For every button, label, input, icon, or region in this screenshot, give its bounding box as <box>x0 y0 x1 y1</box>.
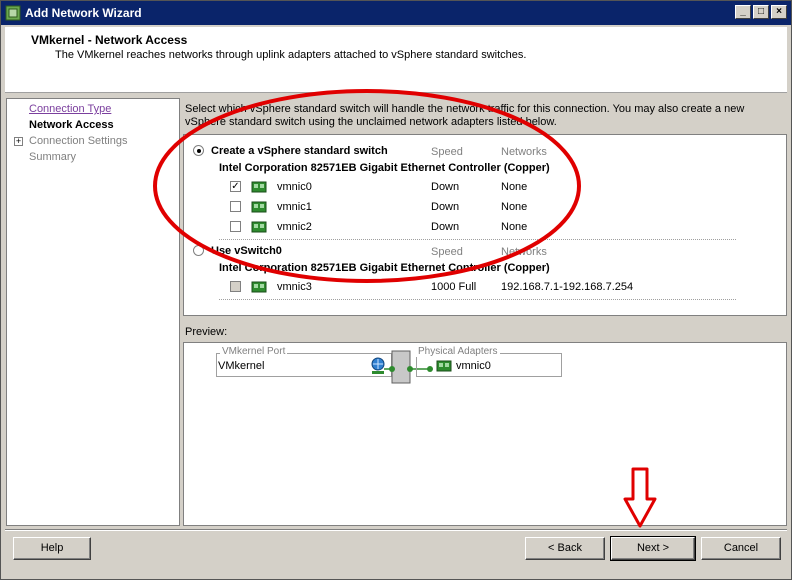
wizard-steps-nav: Connection Type Network Access + Connect… <box>6 98 180 526</box>
nic-name: vmnic2 <box>277 221 312 233</box>
vmnic3-checkbox <box>230 281 241 292</box>
back-button[interactable]: < Back <box>525 537 605 560</box>
title-bar[interactable]: Add Network Wizard _ □ × <box>1 1 791 25</box>
network-adapter-icon <box>436 360 452 372</box>
nic-networks: None <box>501 181 528 193</box>
nic-name: vmnic1 <box>277 201 312 213</box>
create-switch-label[interactable]: Create a vSphere standard switch <box>211 145 388 157</box>
networks-column-header: Networks <box>501 246 547 258</box>
instruction-text: Select which vSphere standard switch wil… <box>185 103 745 128</box>
network-adapter-icon <box>251 221 267 233</box>
wizard-header: VMkernel - Network Access The VMkernel r… <box>5 27 787 93</box>
page-title: VMkernel - Network Access <box>31 33 188 47</box>
nav-step-connection-settings: Connection Settings <box>29 135 128 147</box>
row-separator <box>219 239 736 240</box>
nic-name: vmnic3 <box>277 281 312 293</box>
vsphere-app-icon <box>5 5 21 21</box>
nic-name: vmnic0 <box>277 181 312 193</box>
window-title: Add Network Wizard <box>25 6 142 20</box>
networks-column-header: Networks <box>501 146 547 158</box>
row-separator <box>219 299 736 300</box>
port-group-name: VMkernel <box>218 360 265 372</box>
cancel-button[interactable]: Cancel <box>701 537 781 560</box>
page-description: The VMkernel reaches networks through up… <box>55 49 527 61</box>
vmnic2-checkbox[interactable] <box>230 221 241 232</box>
create-switch-radio[interactable] <box>193 145 204 156</box>
nic-speed: Down <box>431 201 460 213</box>
adapter-group-label: Intel Corporation 82571EB Gigabit Ethern… <box>219 262 550 274</box>
use-vswitch0-radio[interactable] <box>193 245 204 256</box>
speed-column-header: Speed <box>431 246 463 258</box>
physical-adapters-legend: Physical Adapters <box>416 346 500 357</box>
nic-speed: Down <box>431 221 460 233</box>
use-vswitch0-label[interactable]: Use vSwitch0 <box>211 245 282 257</box>
network-adapter-icon <box>251 181 267 193</box>
vmnic1-checkbox[interactable] <box>230 201 241 212</box>
expand-icon[interactable]: + <box>14 137 23 146</box>
maximize-button[interactable]: □ <box>753 5 769 19</box>
nic-networks: 192.168.7.1-192.168.7.254 <box>501 281 634 293</box>
port-group-legend: VMkernel Port <box>220 346 288 357</box>
network-adapter-icon <box>251 201 267 213</box>
minimize-button[interactable]: _ <box>735 5 751 19</box>
nic-networks: None <box>501 221 528 233</box>
preview-adapter-name: vmnic0 <box>456 360 491 372</box>
vmnic0-checkbox[interactable]: ✓ <box>230 181 241 192</box>
nic-networks: None <box>501 201 528 213</box>
footer-separator <box>5 529 787 531</box>
preview-panel: VMkernel Port VMkernel Physical Adapters… <box>183 342 787 526</box>
nav-step-connection-type[interactable]: Connection Type <box>29 103 111 115</box>
add-network-wizard-window: Add Network Wizard _ □ × VMkernel - Netw… <box>0 0 792 580</box>
speed-column-header: Speed <box>431 146 463 158</box>
switch-options-list: Create a vSphere standard switch Speed N… <box>183 134 787 316</box>
preview-label: Preview: <box>185 326 228 338</box>
help-button[interactable]: Help <box>13 537 91 560</box>
nav-step-summary: Summary <box>29 151 77 163</box>
wizard-content: Select which vSphere standard switch wil… <box>183 98 787 526</box>
network-adapter-icon <box>251 281 267 293</box>
close-button[interactable]: × <box>771 5 787 19</box>
nic-speed: Down <box>431 181 460 193</box>
adapter-group-label: Intel Corporation 82571EB Gigabit Ethern… <box>219 162 550 174</box>
nav-step-network-access: Network Access <box>29 119 114 131</box>
nic-speed: 1000 Full <box>431 281 477 293</box>
next-button[interactable]: Next > <box>610 536 696 561</box>
